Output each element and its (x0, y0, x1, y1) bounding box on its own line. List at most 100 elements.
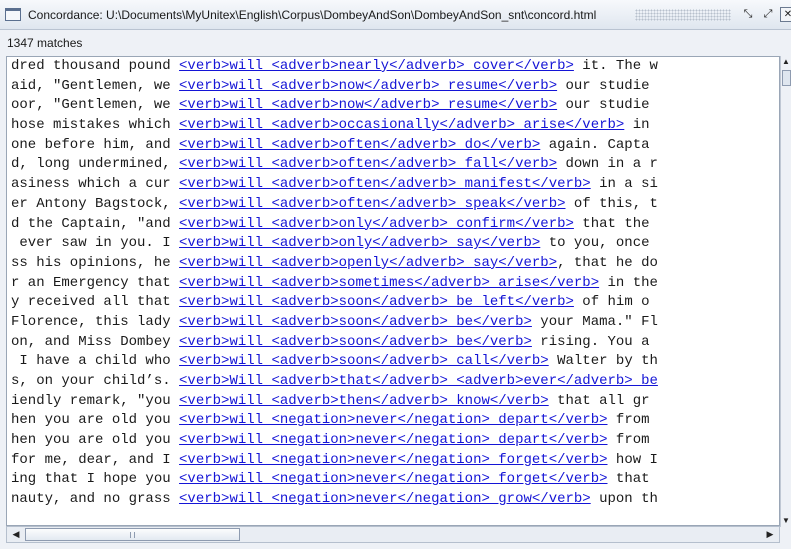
right-context: from (607, 412, 650, 429)
scroll-corner (780, 527, 791, 543)
match-link[interactable]: <verb>will <adverb>soon</adverb> be left… (179, 294, 574, 310)
concordance-line: ing that I hope you <verb>will <negation… (11, 470, 658, 490)
match-link[interactable]: <verb>will <adverb>often</adverb> speak<… (179, 196, 565, 212)
left-context: ss his opinions, he (11, 254, 180, 271)
match-link[interactable]: <verb>will <adverb>soon</adverb> be</ver… (179, 314, 532, 330)
match-link[interactable]: <verb>will <adverb>only</adverb> say</ve… (179, 235, 540, 251)
right-context: in the (599, 274, 658, 291)
thumb-grip (130, 532, 135, 538)
concordance-line: hen you are old you <verb>will <negation… (11, 431, 658, 451)
left-context: ever saw in you. I (11, 235, 180, 252)
match-link[interactable]: <verb>will <adverb>nearly</adverb> cover… (179, 58, 574, 74)
right-context: how I (607, 451, 658, 468)
concordance-line: ss his opinions, he <verb>will <adverb>o… (11, 254, 658, 274)
concordance-line: er Antony Bagstock, <verb>will <adverb>o… (11, 195, 658, 215)
right-context: that all gr (548, 392, 650, 409)
left-context: hen you are old you (11, 412, 180, 429)
right-context: Walter by th (548, 353, 658, 370)
left-context: y received all that (11, 294, 180, 311)
match-link[interactable]: <verb>will <adverb>soon</adverb> be</ver… (179, 334, 532, 350)
match-link[interactable]: <verb>will <negation>never</negation> de… (179, 412, 607, 428)
right-context: of him o (573, 294, 650, 311)
match-link[interactable]: <verb>will <adverb>often</adverb> do</ve… (179, 137, 540, 153)
match-link[interactable]: <verb>will <adverb>occasionally</adverb>… (179, 117, 624, 133)
title-bar[interactable]: Concordance: U:\Documents\MyUnitex\Engli… (0, 0, 791, 30)
internal-frame-icon (5, 8, 21, 21)
left-context: d the Captain, "and (11, 215, 180, 232)
vertical-scrollbar[interactable]: ▲ ▼ (780, 56, 791, 527)
match-link[interactable]: <verb>will <adverb>only</adverb> confirm… (179, 216, 574, 232)
concordance-line: s, on your child’s. <verb>Will <adverb>t… (11, 372, 658, 392)
concordance-line: asiness which a cur <verb>will <adverb>o… (11, 175, 658, 195)
concordance-line: nauty, and no grass <verb>will <negation… (11, 490, 658, 510)
right-context: in (624, 117, 650, 134)
concordance-text-area[interactable]: dred thousand pound <verb>will <adverb>n… (6, 56, 780, 526)
concordance-line: d the Captain, "and <verb>will <adverb>o… (11, 215, 658, 235)
left-context: ing that I hope you (11, 471, 180, 488)
right-context: it. The w (573, 58, 658, 74)
left-context: nauty, and no grass (11, 491, 180, 508)
left-context: iendly remark, "you (11, 392, 180, 409)
minimize-icon[interactable]: ⤡ (740, 7, 756, 22)
scroll-left-icon[interactable]: ◀ (9, 528, 23, 541)
match-link[interactable]: <verb>will <adverb>soon</adverb> call</v… (179, 353, 549, 369)
left-context: asiness which a cur (11, 176, 180, 193)
left-context: aid, "Gentlemen, we (11, 77, 180, 94)
match-link[interactable]: <verb>will <adverb>then</adverb> know</v… (179, 393, 549, 409)
match-link[interactable]: <verb>will <adverb>often</adverb> manife… (179, 176, 591, 192)
match-link[interactable]: <verb>will <adverb>openly</adverb> say</… (179, 255, 557, 271)
right-context: upon th (590, 491, 658, 508)
concordance-line: iendly remark, "you <verb>will <adverb>t… (11, 392, 658, 412)
left-context: dred thousand pound (11, 58, 180, 74)
maximize-icon[interactable]: ⤢ (760, 7, 776, 22)
right-context: , that he do (557, 254, 658, 271)
right-context: in a si (590, 176, 658, 193)
left-context: d, long undermined, (11, 156, 180, 173)
scroll-right-icon[interactable]: ▶ (763, 528, 777, 541)
concordance-line: oor, "Gentlemen, we <verb>will <adverb>n… (11, 96, 658, 116)
right-context: of this, t (565, 195, 658, 212)
match-count-label: 1347 matches (0, 31, 791, 55)
scroll-up-icon[interactable]: ▲ (781, 56, 791, 68)
left-context: hen you are old you (11, 432, 180, 449)
match-link[interactable]: <verb>will <negation>never</negation> de… (179, 432, 607, 448)
concordance-line: d, long undermined, <verb>will <adverb>o… (11, 155, 658, 175)
right-context: to you, once (540, 235, 650, 252)
concordance-line: aid, "Gentlemen, we <verb>will <adverb>n… (11, 77, 658, 97)
concordance-line: hose mistakes which <verb>will <adverb>o… (11, 116, 658, 136)
left-context: Florence, this lady (11, 313, 180, 330)
left-context: for me, dear, and I (11, 451, 180, 468)
right-context: that (607, 471, 650, 488)
left-context: one before him, and (11, 136, 180, 153)
left-context: s, on your child’s. (11, 373, 180, 389)
right-context: our studie (557, 77, 650, 94)
right-context: that the (573, 215, 650, 232)
concordance-line: hen you are old you <verb>will <negation… (11, 411, 658, 431)
concordance-line: r an Emergency that <verb>will <adverb>s… (11, 274, 658, 294)
horizontal-scrollbar[interactable]: ◀ ▶ (6, 526, 780, 543)
match-link[interactable]: <verb>will <negation>never</negation> fo… (179, 452, 607, 468)
match-link[interactable]: <verb>will <adverb>now</adverb> resume</… (179, 97, 557, 113)
right-context: rising. You a (531, 333, 650, 350)
title-bar-texture (635, 9, 731, 21)
concordance-lines: dred thousand pound <verb>will <adverb>n… (11, 57, 658, 510)
match-link[interactable]: <verb>will <adverb>often</adverb> fall</… (179, 156, 557, 172)
match-link[interactable]: <verb>Will <adverb>that</adverb> <adverb… (179, 373, 658, 389)
match-link[interactable]: <verb>will <negation>never</negation> fo… (179, 471, 607, 487)
match-link[interactable]: <verb>will <negation>never</negation> gr… (179, 491, 591, 507)
concordance-line: y received all that <verb>will <adverb>s… (11, 293, 658, 313)
horizontal-scroll-thumb[interactable] (25, 528, 240, 541)
scroll-down-icon[interactable]: ▼ (781, 515, 791, 527)
right-context: your Mama." Fl (531, 313, 658, 330)
left-context: oor, "Gentlemen, we (11, 97, 180, 114)
left-context: I have a child who (11, 353, 180, 370)
vertical-scroll-thumb[interactable] (782, 70, 791, 86)
concordance-line: I have a child who <verb>will <adverb>so… (11, 352, 658, 372)
match-link[interactable]: <verb>will <adverb>sometimes</adverb> ar… (179, 275, 599, 291)
close-icon[interactable]: ✕ (780, 7, 791, 22)
concordance-window: Concordance: U:\Documents\MyUnitex\Engli… (0, 0, 791, 549)
window-title: Concordance: U:\Documents\MyUnitex\Engli… (28, 8, 597, 22)
left-context: r an Emergency that (11, 274, 180, 291)
match-link[interactable]: <verb>will <adverb>now</adverb> resume</… (179, 78, 557, 94)
right-context: from (607, 432, 650, 449)
